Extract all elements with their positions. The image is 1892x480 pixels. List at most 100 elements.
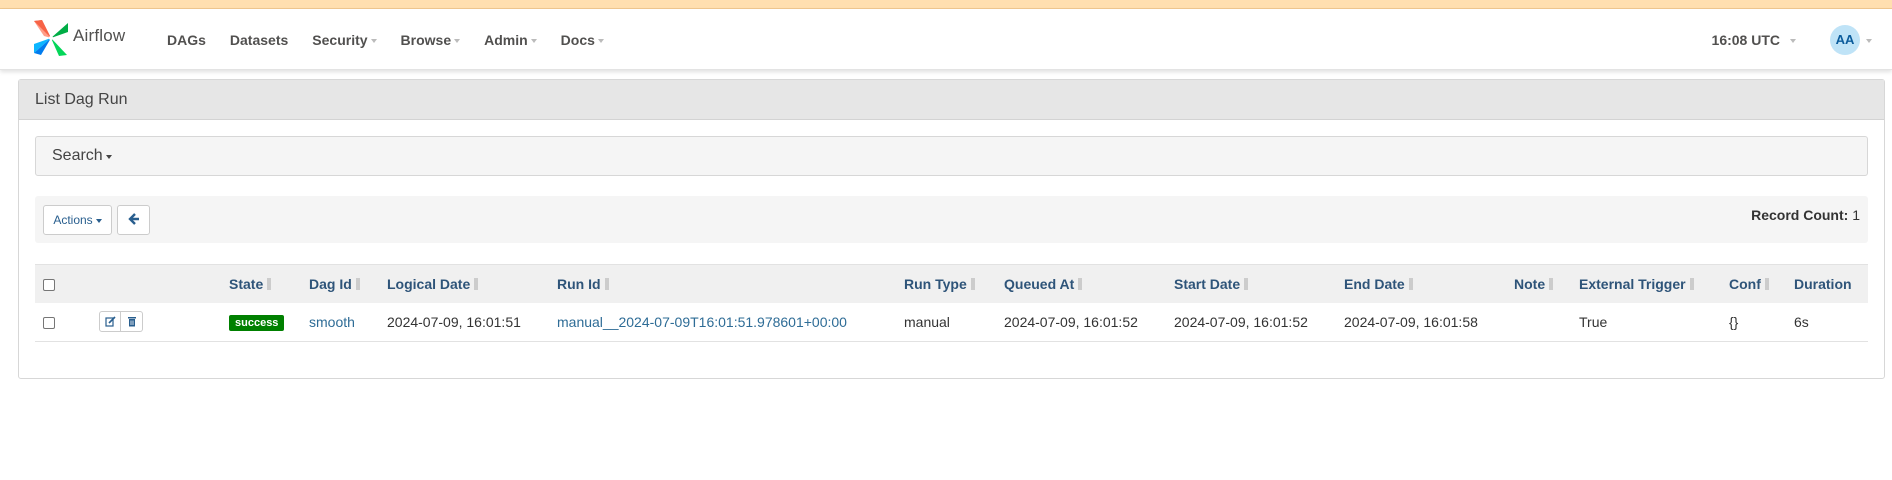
- record-count-label: Record Count:: [1751, 207, 1849, 223]
- sort-icon: [970, 277, 975, 290]
- delete-button[interactable]: [121, 311, 143, 333]
- top-banner-strip: [0, 0, 1892, 9]
- select-all-header: [35, 264, 63, 303]
- status-badge: success: [229, 314, 285, 331]
- caret-down-icon: [1790, 38, 1796, 43]
- actions-button[interactable]: Actions: [43, 205, 112, 235]
- column-conf-label: Conf: [1729, 275, 1761, 292]
- sort-icon: [1549, 277, 1554, 290]
- list-panel: List Dag Run Search Actions Record Count…: [18, 79, 1885, 379]
- caret-down-icon: [530, 38, 537, 43]
- conf-cell: {}: [1721, 302, 1786, 342]
- back-button[interactable]: [117, 205, 150, 235]
- sort-icon: [355, 277, 360, 290]
- sort-icon: [474, 277, 479, 290]
- column-run-type-label: Run Type: [904, 275, 967, 292]
- select-all-checkbox[interactable]: [43, 279, 55, 292]
- menu-dags[interactable]: DAGs: [155, 32, 218, 48]
- caret-down-icon: [105, 155, 112, 159]
- clock-text: 16:08 UTC: [1711, 31, 1780, 48]
- column-conf[interactable]: Conf: [1721, 264, 1786, 303]
- airflow-logo-icon: [32, 18, 70, 61]
- menu-docs[interactable]: Docs: [549, 32, 616, 48]
- state-cell: success: [221, 302, 301, 342]
- column-dag-id[interactable]: Dag Id: [301, 264, 379, 303]
- column-external-trigger-label: External Trigger: [1579, 275, 1686, 292]
- edit-button[interactable]: [99, 311, 121, 333]
- column-run-type[interactable]: Run Type: [896, 264, 996, 303]
- column-note[interactable]: Note: [1506, 264, 1571, 303]
- queued-at-cell: 2024-07-09, 16:01:52: [996, 302, 1166, 342]
- arrow-left-icon: [127, 212, 140, 228]
- menu-datasets[interactable]: Datasets: [218, 32, 300, 48]
- column-run-id-label: Run Id: [557, 275, 601, 292]
- sort-icon: [1764, 277, 1769, 290]
- timezone-clock[interactable]: 16:08 UTC: [1712, 32, 1796, 48]
- sort-icon: [604, 277, 609, 290]
- dag-id-link[interactable]: smooth: [309, 314, 355, 330]
- column-queued-at-label: Queued At: [1004, 275, 1075, 292]
- table-row: success smooth 2024-07-09, 16:01:51 manu…: [35, 302, 1868, 342]
- column-logical-date[interactable]: Logical Date: [379, 264, 549, 303]
- column-start-date[interactable]: Start Date: [1166, 264, 1336, 303]
- menu-datasets-label: Datasets: [229, 31, 289, 48]
- menu-dags-label: DAGs: [167, 31, 206, 48]
- column-dag-id-label: Dag Id: [309, 275, 352, 292]
- main-menu: DAGs Datasets Security Browse Admin Docs: [155, 9, 616, 70]
- run-type-cell: manual: [896, 302, 996, 342]
- column-end-date-label: End Date: [1344, 275, 1405, 292]
- start-date-cell: 2024-07-09, 16:01:52: [1166, 302, 1336, 342]
- note-cell: [1506, 302, 1571, 342]
- user-menu[interactable]: AA: [1830, 24, 1872, 55]
- column-start-date-label: Start Date: [1174, 275, 1241, 292]
- brand-link[interactable]: Airflow: [32, 18, 125, 61]
- column-external-trigger[interactable]: External Trigger: [1571, 264, 1721, 303]
- row-actions-header: [63, 264, 221, 303]
- sort-icon: [1408, 277, 1413, 290]
- column-run-id[interactable]: Run Id: [549, 264, 896, 303]
- panel-title: List Dag Run: [19, 80, 1884, 120]
- menu-security[interactable]: Security: [300, 32, 388, 48]
- search-label: Search: [52, 147, 103, 164]
- row-action-buttons: [99, 311, 143, 333]
- menu-browse[interactable]: Browse: [389, 32, 473, 48]
- caret-down-icon: [95, 219, 102, 223]
- menu-security-label: Security: [312, 31, 368, 48]
- row-actions-cell: [63, 302, 221, 342]
- actions-bar: Actions Record Count: 1: [35, 196, 1868, 243]
- column-duration-label: Duration: [1794, 275, 1852, 292]
- run-id-link[interactable]: manual__2024-07-09T16:01:51.978601+00:00: [557, 314, 847, 330]
- table-header-row: State Dag Id Logical Date Run Id Run Typ…: [35, 264, 1868, 303]
- trash-icon: [127, 314, 137, 330]
- column-note-label: Note: [1514, 275, 1546, 292]
- column-queued-at[interactable]: Queued At: [996, 264, 1166, 303]
- navbar: Airflow DAGs Datasets Security Browse Ad…: [0, 9, 1892, 70]
- menu-admin[interactable]: Admin: [472, 32, 549, 48]
- sort-icon: [267, 277, 272, 290]
- row-checkbox[interactable]: [43, 317, 55, 330]
- column-state[interactable]: State: [221, 264, 301, 303]
- brand-name: Airflow: [73, 25, 126, 45]
- caret-down-icon: [597, 38, 604, 43]
- column-state-label: State: [229, 275, 264, 292]
- caret-down-icon: [1866, 38, 1872, 43]
- record-count-value: 1: [1852, 207, 1860, 223]
- run-id-cell: manual__2024-07-09T16:01:51.978601+00:00: [549, 302, 896, 342]
- dag-run-table: State Dag Id Logical Date Run Id Run Typ…: [35, 264, 1868, 342]
- search-toggle[interactable]: Search: [35, 136, 1868, 176]
- duration-cell: 6s: [1786, 302, 1868, 342]
- sort-icon: [1244, 277, 1249, 290]
- column-end-date[interactable]: End Date: [1336, 264, 1506, 303]
- menu-admin-label: Admin: [484, 31, 528, 48]
- menu-docs-label: Docs: [560, 31, 595, 48]
- row-select-cell: [35, 302, 63, 342]
- dag-id-cell: smooth: [301, 302, 379, 342]
- caret-down-icon: [454, 38, 461, 43]
- logical-date-cell: 2024-07-09, 16:01:51: [379, 302, 549, 342]
- edit-icon: [104, 314, 116, 330]
- column-logical-date-label: Logical Date: [387, 275, 471, 292]
- column-duration: Duration: [1786, 264, 1868, 303]
- end-date-cell: 2024-07-09, 16:01:58: [1336, 302, 1506, 342]
- actions-label: Actions: [53, 213, 93, 227]
- sort-icon: [1078, 277, 1083, 290]
